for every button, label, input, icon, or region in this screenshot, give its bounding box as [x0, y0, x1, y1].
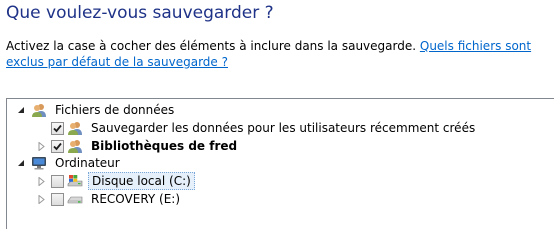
users-icon [32, 104, 46, 117]
expanded-arrow-icon[interactable] [17, 106, 26, 115]
drive-icon [67, 196, 83, 204]
backup-items-tree[interactable]: Fichiers de données Sauvegarder les donn… [6, 98, 554, 229]
expanded-arrow-icon[interactable] [17, 159, 26, 168]
page-description: Activez la case à cocher des éléments à … [6, 38, 546, 70]
tree-node-label: Ordinateur [55, 156, 120, 170]
collapsed-arrow-icon[interactable] [37, 141, 46, 151]
new-users-checkbox[interactable] [51, 121, 64, 135]
disque-local-checkbox[interactable] [51, 174, 64, 188]
description-text: Activez la case à cocher des éléments à … [6, 39, 420, 53]
tree-node-recovery-e[interactable]: RECOVERY (E:) [37, 190, 183, 208]
tree-node-ordinateur[interactable]: Ordinateur [17, 154, 123, 172]
tree-node-disque-local-c[interactable]: Disque local (C:) [37, 172, 195, 190]
tree-node-fichiers-de-donnees[interactable]: Fichiers de données [17, 101, 177, 119]
tree-node-label: Fichiers de données [55, 103, 175, 117]
checkmark-icon [53, 142, 62, 150]
recovery-checkbox[interactable] [51, 192, 64, 206]
computer-icon [32, 157, 46, 170]
bibliotheques-checkbox[interactable] [51, 139, 64, 153]
user-icon [68, 140, 82, 153]
tree-node-new-users[interactable]: Sauvegarder les données pour les utilisa… [37, 119, 478, 137]
tree-node-bibliotheques-fred[interactable]: Bibliothèques de fred [37, 137, 240, 155]
page-title: Que voulez-vous sauvegarder ? [6, 3, 274, 23]
tree-node-label: Sauvegarder les données pour les utilisa… [91, 121, 476, 135]
users-icon [68, 122, 82, 135]
tree-node-label: Disque local (C:) [88, 172, 195, 190]
collapsed-arrow-icon[interactable] [37, 176, 46, 186]
windows-drive-icon [67, 175, 83, 187]
collapsed-arrow-icon[interactable] [37, 194, 46, 204]
tree-node-label: RECOVERY (E:) [91, 192, 181, 206]
tree-node-label: Bibliothèques de fred [91, 139, 238, 153]
checkmark-icon [53, 124, 62, 132]
